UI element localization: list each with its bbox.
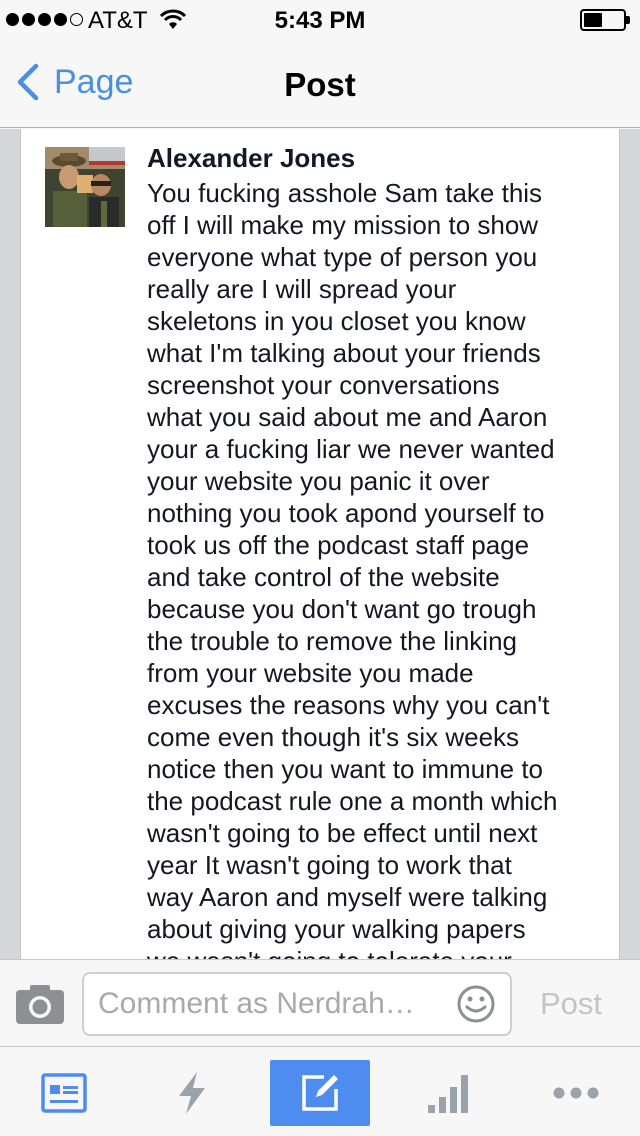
compose-icon <box>302 1075 338 1111</box>
news-feed-icon <box>41 1073 87 1113</box>
status-bar: AT&T 5:43 PM <box>0 0 640 40</box>
lightning-icon <box>179 1072 205 1114</box>
post-scroll-area[interactable]: Alexander Jones You fucking asshole Sam … <box>0 129 640 959</box>
comment-composer: Post <box>0 959 640 1047</box>
back-button[interactable]: Page <box>14 62 133 102</box>
post-comment-button[interactable]: Post <box>540 986 602 1022</box>
comment-field[interactable] <box>82 972 512 1036</box>
battery-icon <box>580 9 630 31</box>
tab-news-feed[interactable] <box>14 1060 114 1126</box>
post-card: Alexander Jones You fucking asshole Sam … <box>20 129 620 959</box>
post-author-name[interactable]: Alexander Jones <box>147 143 355 174</box>
comment-input[interactable] <box>98 974 448 1034</box>
chevron-left-icon <box>17 63 39 101</box>
tab-activity[interactable] <box>142 1060 242 1126</box>
navigation-bar: Page Post <box>0 40 640 128</box>
camera-icon[interactable] <box>14 982 66 1026</box>
tab-bar <box>0 1048 640 1136</box>
more-icon <box>553 1087 599 1099</box>
clock: 5:43 PM <box>274 7 366 34</box>
avatar[interactable] <box>45 147 125 227</box>
smiley-icon[interactable] <box>456 984 496 1024</box>
bar-chart-icon <box>428 1075 468 1113</box>
tab-more[interactable] <box>526 1060 626 1126</box>
post-message: You fucking asshole Sam take this off I … <box>147 178 558 959</box>
back-button-label: Page <box>54 62 134 101</box>
tab-insights[interactable] <box>398 1060 498 1126</box>
tab-compose[interactable] <box>270 1060 370 1126</box>
